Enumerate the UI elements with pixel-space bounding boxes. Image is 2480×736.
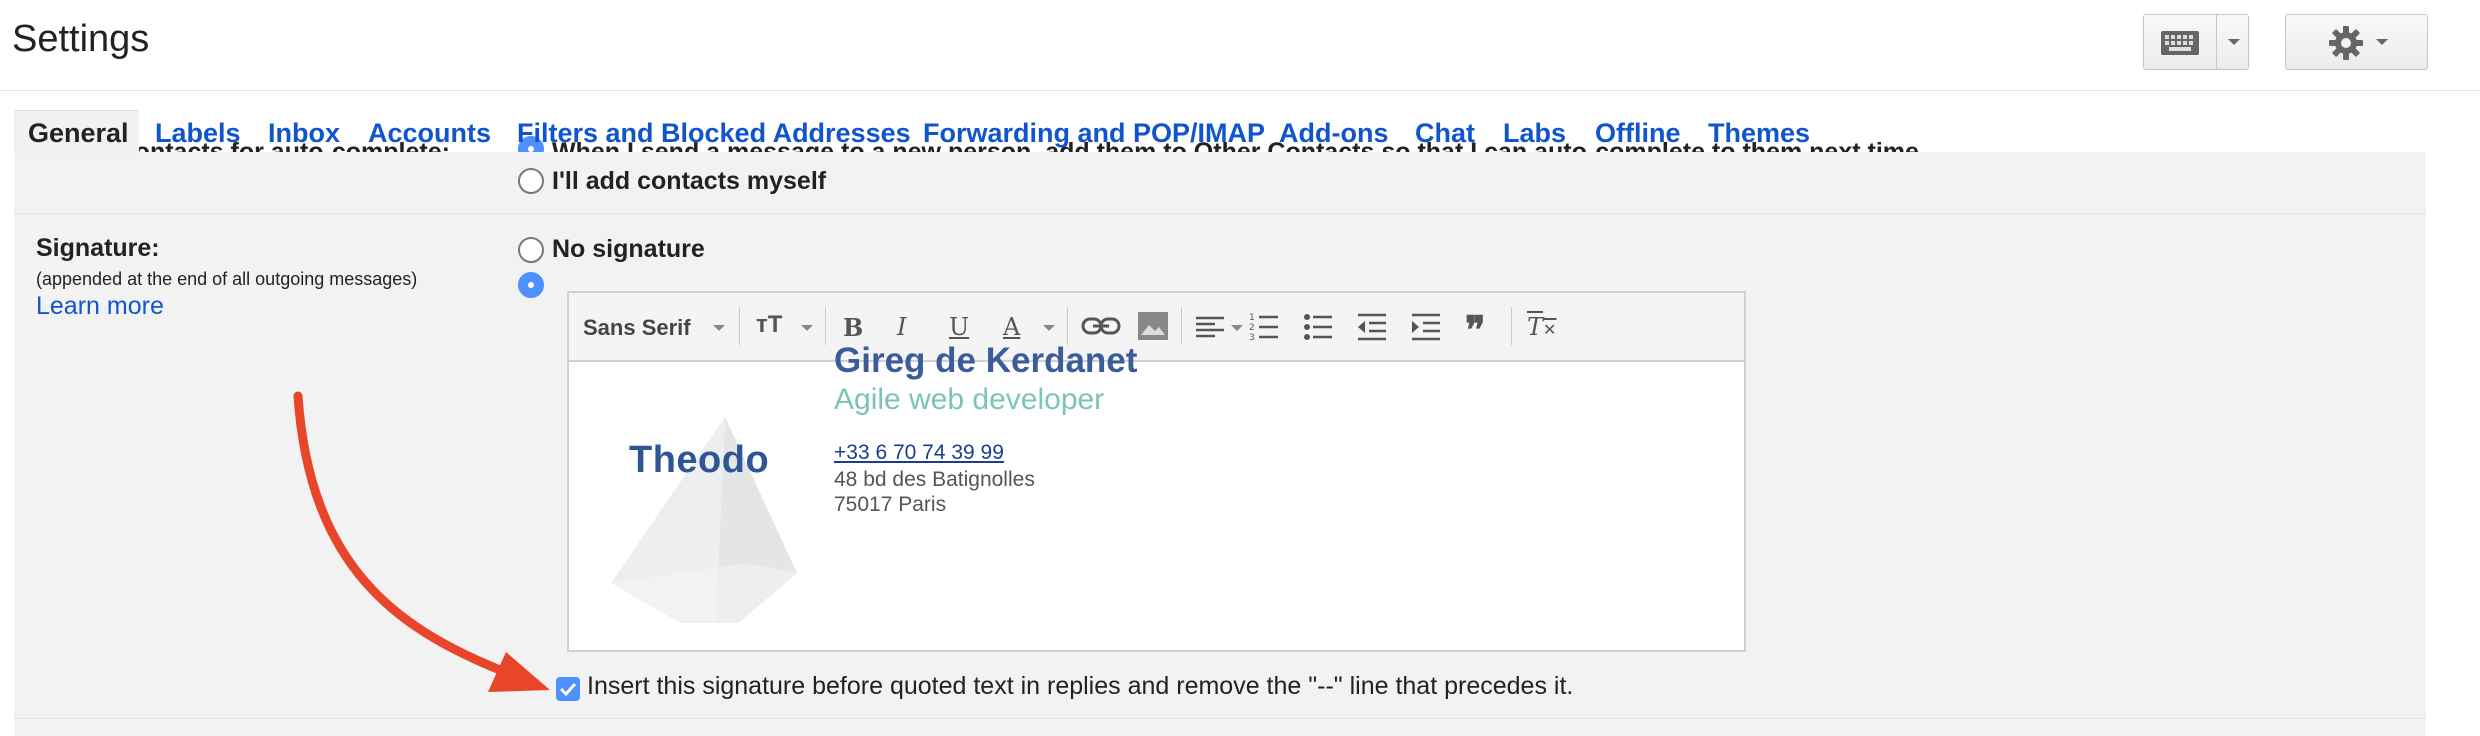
tab-accounts[interactable]: Accounts	[368, 118, 491, 149]
page-title: Settings	[12, 18, 150, 60]
text-color-icon[interactable]: A	[1003, 313, 1020, 341]
settings-tabs: General Labels Inbox Accounts Filters an…	[0, 110, 2480, 154]
italic-icon[interactable]: I	[897, 313, 906, 341]
tab-labels[interactable]: Labels	[155, 118, 241, 149]
tab-inbox[interactable]: Inbox	[268, 118, 340, 149]
chevron-down-icon	[1043, 325, 1055, 331]
tab-filters[interactable]: Filters and Blocked Addresses	[517, 118, 911, 149]
header-divider	[0, 90, 2480, 91]
link-icon[interactable]	[1081, 315, 1121, 337]
numbered-list-icon[interactable]: 123	[1249, 311, 1279, 343]
chevron-down-icon	[2376, 39, 2388, 45]
remove-formatting-icon[interactable]: T✕	[1527, 313, 1556, 341]
no-signature-label: No signature	[552, 235, 705, 263]
indent-more-icon[interactable]	[1411, 313, 1441, 341]
svg-text:1: 1	[1249, 313, 1255, 323]
chevron-down-icon[interactable]	[2228, 39, 2240, 45]
bold-icon[interactable]: B	[843, 313, 863, 342]
underline-icon[interactable]: U	[949, 313, 969, 341]
signature-sublabel: (appended at the end of all outgoing mes…	[36, 269, 418, 289]
tab-general[interactable]: General	[28, 118, 129, 149]
chevron-down-icon	[801, 325, 813, 331]
gear-icon	[2329, 26, 2363, 60]
card-phone-link[interactable]: +33 6 70 74 39 99	[834, 441, 1004, 465]
section-divider	[14, 718, 2426, 719]
font-family-select[interactable]: Sans Serif	[583, 315, 691, 341]
tab-labs[interactable]: Labs	[1503, 118, 1566, 149]
chevron-down-icon	[713, 325, 725, 331]
arrow-annotation	[293, 391, 550, 692]
tab-themes[interactable]: Themes	[1708, 118, 1810, 149]
input-tools-button[interactable]	[2143, 14, 2249, 70]
contacts-option-manual: I'll add contacts myself	[552, 167, 827, 195]
theodo-logo-text: Theodo	[629, 439, 770, 481]
radio-no-signature[interactable]	[518, 237, 544, 263]
keyboard-icon	[2161, 31, 2199, 55]
svg-text:3: 3	[1249, 333, 1255, 343]
align-icon[interactable]	[1195, 315, 1225, 339]
font-size-icon[interactable]: ᴛT	[756, 311, 782, 339]
insert-signature-label: Insert this signature before quoted text…	[587, 672, 1574, 700]
svg-text:2: 2	[1249, 323, 1255, 333]
formatting-toolbar: Sans Serif ᴛT B I U A 123 ❞ T✕	[569, 293, 1744, 362]
tab-add-ons[interactable]: Add-ons	[1279, 118, 1388, 149]
radio-manual-contacts[interactable]	[518, 168, 544, 194]
signature-label: Signature:	[36, 234, 160, 262]
theodo-logo-shape	[611, 417, 797, 623]
settings-gear-button[interactable]	[2285, 14, 2428, 70]
indent-less-icon[interactable]	[1357, 313, 1387, 341]
tab-offline[interactable]: Offline	[1595, 118, 1681, 149]
card-address-line2: 75017 Paris	[834, 493, 947, 516]
tab-forwarding[interactable]: Forwarding and POP/IMAP	[923, 118, 1265, 149]
image-icon[interactable]	[1137, 311, 1169, 341]
card-address-line1: 48 bd des Batignolles	[834, 468, 1035, 491]
quote-icon[interactable]: ❞	[1465, 307, 1485, 352]
chevron-down-icon	[1231, 325, 1243, 331]
learn-more-link[interactable]: Learn more	[36, 292, 164, 321]
card-name: Gireg de Kerdanet	[834, 341, 1138, 380]
section-divider	[14, 213, 2426, 214]
tab-chat[interactable]: Chat	[1415, 118, 1475, 149]
radio-custom-signature[interactable]	[518, 272, 544, 298]
signature-editor[interactable]: Sans Serif ᴛT B I U A 123 ❞ T✕ Theodo Gi…	[567, 291, 1746, 652]
bulleted-list-icon[interactable]	[1303, 311, 1333, 343]
card-title: Agile web developer	[834, 383, 1105, 416]
